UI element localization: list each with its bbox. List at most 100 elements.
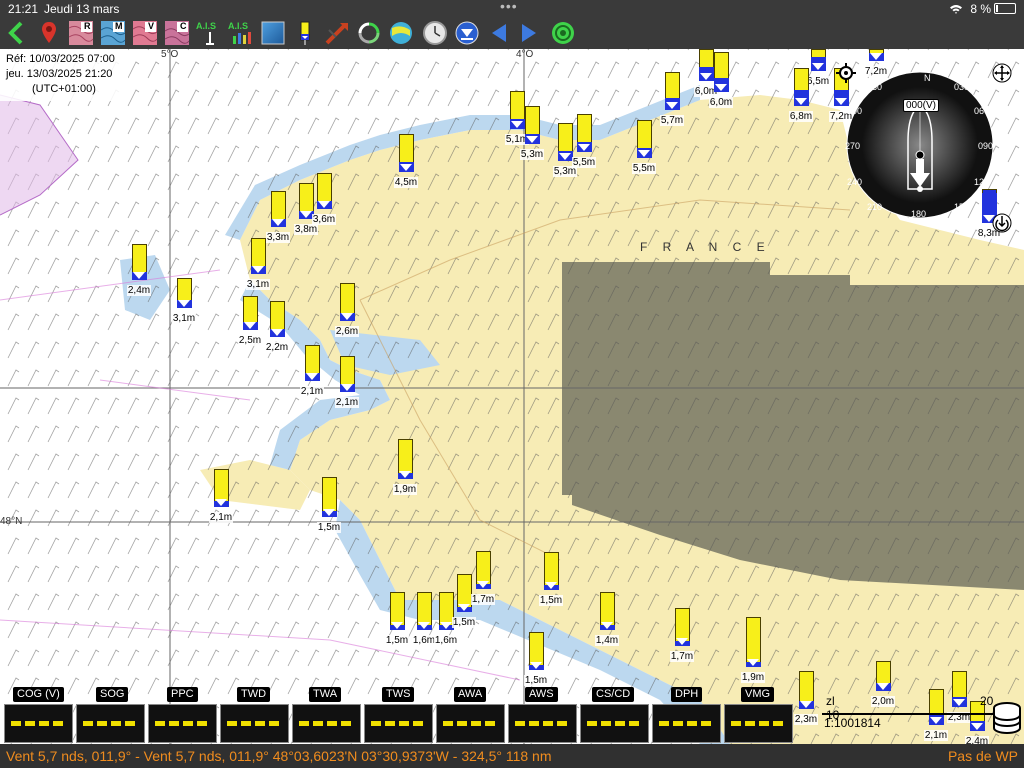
utc-offset: (UTC+01:00) xyxy=(32,83,96,95)
waypoint-status[interactable]: Pas de WP xyxy=(948,744,1018,768)
tide-marker[interactable]: 1,4m xyxy=(591,592,623,648)
tide-marker[interactable]: 2,4m xyxy=(123,244,155,298)
instrument-aws[interactable] xyxy=(508,704,577,743)
instrument-label: TWS xyxy=(382,687,415,702)
multitask-dots-icon[interactable]: ••• xyxy=(500,0,518,14)
value-placeholder xyxy=(83,721,138,726)
triangle-left-icon xyxy=(492,24,506,42)
tide-marker[interactable]: 5,3m xyxy=(516,106,548,162)
tide-marker[interactable]: 3,1m xyxy=(242,238,274,292)
nautical-chart[interactable]: Réf: 10/03/2025 07:00 jeu. 13/03/2025 21… xyxy=(0,49,1024,744)
next-button[interactable] xyxy=(516,20,542,46)
route-button[interactable] xyxy=(324,20,350,46)
value-placeholder xyxy=(443,721,498,726)
status-date: Jeudi 13 mars xyxy=(44,2,120,16)
grib-r-button[interactable]: R xyxy=(68,20,94,46)
tide-marker[interactable]: 5,5m xyxy=(568,114,600,170)
tide-marker[interactable]: 1,7m xyxy=(467,551,499,607)
layers-icon xyxy=(261,21,285,45)
compass-tick-210: 210 xyxy=(867,202,883,212)
tide-marker[interactable]: 6,8m xyxy=(785,68,817,124)
instrument-label: VMG xyxy=(741,687,775,702)
instrument-label: TWD xyxy=(237,687,271,702)
compass-tick-300: 300 xyxy=(847,106,863,116)
grib-v-button[interactable]: V xyxy=(132,20,158,46)
toolbar: R M V C A.I.S A.I.S xyxy=(0,18,1024,49)
tide-marker[interactable]: 3,6m xyxy=(308,173,340,227)
instrument-label: AWA xyxy=(454,687,487,702)
waypoint-button[interactable] xyxy=(36,20,62,46)
tide-marker[interactable]: 5,7m xyxy=(656,72,688,128)
tide-marker[interactable]: 1,9m xyxy=(389,439,421,497)
previous-button[interactable] xyxy=(486,20,512,46)
weather-icon xyxy=(390,22,412,44)
instrument-tws[interactable] xyxy=(364,704,433,743)
value-placeholder xyxy=(155,721,210,726)
map-pin-icon xyxy=(42,22,56,43)
weather-button[interactable] xyxy=(388,20,414,46)
wifi-icon xyxy=(949,5,962,14)
forecast-time: jeu. 13/03/2025 21:20 xyxy=(6,68,113,80)
instrument-dph[interactable] xyxy=(652,704,721,743)
tide-marker[interactable]: 3,1m xyxy=(168,278,200,326)
instrument-twd[interactable] xyxy=(220,704,289,743)
record-button[interactable] xyxy=(550,20,576,46)
anchor-button[interactable] xyxy=(992,213,1012,233)
grib-r-label: R xyxy=(84,21,91,31)
compass-heading: 000(V) xyxy=(903,99,940,112)
instrument-awa[interactable] xyxy=(436,704,505,743)
instrument-twa[interactable] xyxy=(292,704,361,743)
tide-button[interactable] xyxy=(292,20,318,46)
ais-button[interactable]: A.I.S xyxy=(196,20,224,46)
tide-marker[interactable]: 6,0m xyxy=(705,52,737,110)
instrument-cs-cd[interactable] xyxy=(580,704,649,743)
tide-marker[interactable]: 1,9m xyxy=(737,617,769,685)
route-icon xyxy=(325,23,348,45)
compass-tick-090: 090 xyxy=(978,141,994,151)
value-placeholder xyxy=(371,721,426,726)
compass-rose[interactable]: N 030 060 090 120 150 180 210 240 270 30… xyxy=(845,71,994,219)
instrument-sog[interactable] xyxy=(76,704,145,743)
instrument-label: PPC xyxy=(167,687,198,702)
tide-marker[interactable]: 1,7m xyxy=(666,608,698,664)
instrument-ppc[interactable] xyxy=(148,704,217,743)
compass-tick-240: 240 xyxy=(847,177,863,187)
tide-marker[interactable]: 1,5m xyxy=(313,477,345,535)
tide-marker[interactable]: 1,5m xyxy=(535,552,567,608)
tide-marker[interactable]: 5,5m xyxy=(628,120,660,176)
compass-dial xyxy=(846,71,994,219)
ais-stats-button[interactable]: A.I.S xyxy=(228,20,256,46)
back-button[interactable] xyxy=(4,20,30,46)
instrument-cog[interactable] xyxy=(4,704,73,743)
tide-marker[interactable]: 2,0m xyxy=(867,661,899,709)
grib-m-button[interactable]: M xyxy=(100,20,126,46)
recycle-icon xyxy=(358,22,380,44)
move-compass-button[interactable] xyxy=(992,63,1012,83)
triangle-right-icon xyxy=(522,24,536,42)
tide-marker[interactable]: 4,5m xyxy=(390,134,422,190)
layers-stack-button[interactable] xyxy=(992,701,1022,735)
instrument-label: DPH xyxy=(671,687,703,702)
tide-marker[interactable]: 2,6m xyxy=(331,283,363,339)
tide-marker[interactable]: 2,1m xyxy=(296,345,328,399)
clock-button[interactable] xyxy=(422,20,448,46)
tide-marker-icon xyxy=(300,21,310,45)
tide-marker[interactable]: 2,2m xyxy=(261,301,293,355)
grib-c-button[interactable]: C xyxy=(164,20,190,46)
instrument-vmg[interactable] xyxy=(724,704,793,743)
target-icon xyxy=(552,22,574,44)
compass-tick-150: 150 xyxy=(954,202,970,212)
reference-time-panel: Réf: 10/03/2025 07:00 jeu. 13/03/2025 21… xyxy=(0,49,128,101)
layers-button[interactable] xyxy=(260,20,286,46)
compass-tick-180: 180 xyxy=(911,209,927,219)
tide-marker[interactable]: 2,1m xyxy=(205,469,237,525)
tide-marker[interactable]: 1,5m xyxy=(520,632,552,688)
ais-bars-icon xyxy=(233,32,251,44)
value-placeholder xyxy=(11,721,66,726)
tide-marker[interactable]: 2,1m xyxy=(331,356,363,410)
instrument-label: TWA xyxy=(309,687,342,702)
latitude-label-48n: 48°N xyxy=(0,516,23,527)
download-button[interactable] xyxy=(454,20,480,46)
recycle-button[interactable] xyxy=(356,20,382,46)
grib-c-label: C xyxy=(180,21,187,31)
